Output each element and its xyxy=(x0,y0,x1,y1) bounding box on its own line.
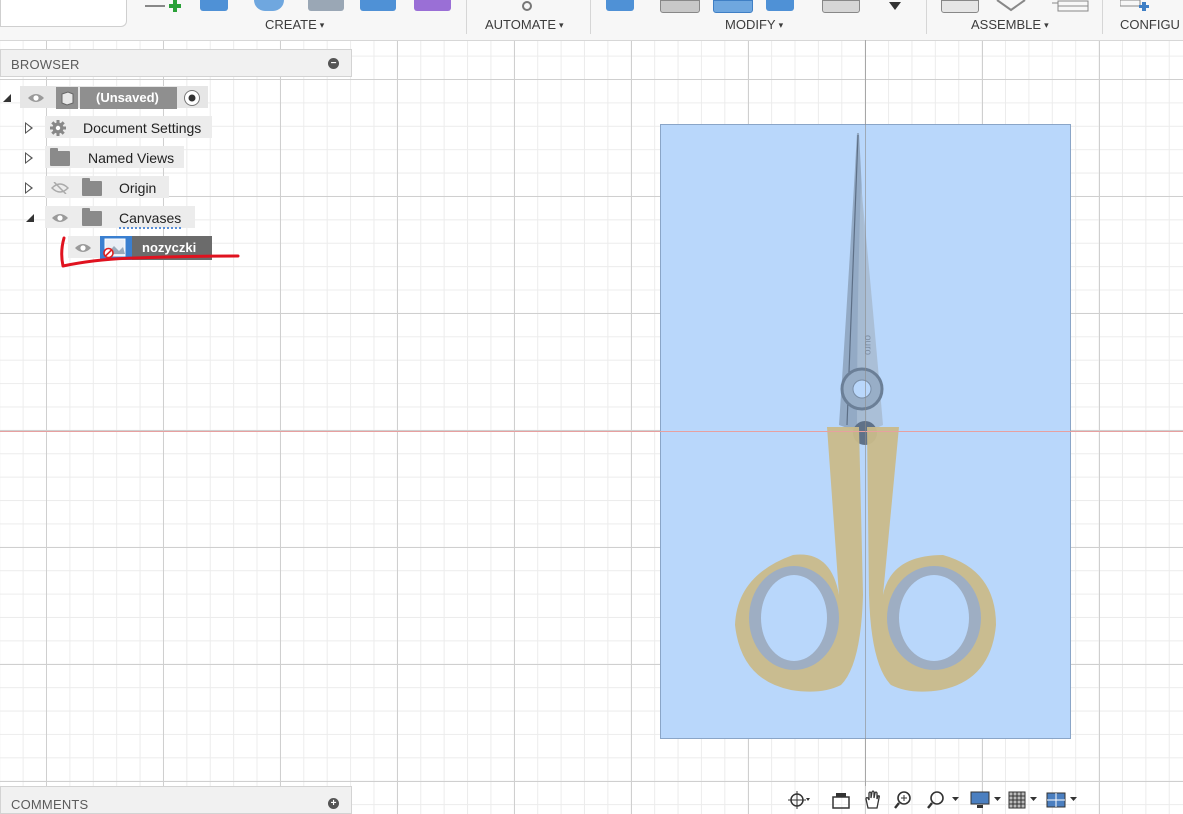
press-pull-icon[interactable] xyxy=(606,0,634,11)
create-sketch-icon[interactable] xyxy=(143,0,188,13)
browser-collapse-button[interactable]: − xyxy=(328,58,339,69)
navigation-bar xyxy=(784,788,1183,812)
comments-title: COMMENTS xyxy=(11,797,89,812)
toolbar-left-field[interactable] xyxy=(0,0,127,27)
eye-icon[interactable] xyxy=(27,92,45,104)
svg-text:ouro: ouro xyxy=(862,335,873,355)
collapse-arrow-icon[interactable] xyxy=(26,214,34,222)
revolve-icon[interactable] xyxy=(254,0,284,11)
new-component-icon[interactable] xyxy=(941,0,979,13)
tree-item-origin[interactable]: Origin xyxy=(0,176,212,200)
joint-icon[interactable] xyxy=(995,0,1033,12)
configure-icon[interactable] xyxy=(1120,0,1183,12)
grid-settings-icon[interactable] xyxy=(1008,790,1042,810)
look-at-icon[interactable] xyxy=(830,790,852,810)
browser-header: BROWSER − xyxy=(0,49,352,77)
y-axis-line xyxy=(865,40,866,786)
fillet-icon[interactable] xyxy=(660,0,700,13)
scissors-image: ouro xyxy=(735,133,996,692)
expand-arrow-icon[interactable] xyxy=(25,152,33,164)
shell-icon[interactable] xyxy=(766,0,794,11)
tree-root[interactable]: (Unsaved) xyxy=(0,86,212,110)
automate-menu[interactable]: AUTOMATE ▾ xyxy=(485,17,564,32)
create-form-icon[interactable] xyxy=(414,0,451,11)
gear-icon xyxy=(50,120,66,136)
modify-menu[interactable]: MODIFY ▾ xyxy=(725,17,783,32)
chamfer-icon[interactable] xyxy=(713,0,753,13)
orbit-icon[interactable] xyxy=(788,790,810,810)
tree-item-canvases[interactable]: Canvases xyxy=(0,206,212,230)
create-menu[interactable]: CREATE ▾ xyxy=(265,17,324,32)
activate-radio-icon[interactable] xyxy=(183,89,201,107)
eye-icon[interactable] xyxy=(51,212,69,224)
comments-header: COMMENTS + xyxy=(0,786,352,814)
folder-icon xyxy=(82,208,102,226)
red-annotation-mark xyxy=(60,236,240,268)
tree-item-label: Origin xyxy=(119,180,157,196)
tree-item-label: Canvases xyxy=(119,210,182,229)
as-built-joint-icon[interactable] xyxy=(1052,0,1090,12)
assemble-menu[interactable]: ASSEMBLE ▾ xyxy=(971,17,1049,32)
viewports-icon[interactable] xyxy=(1046,790,1080,810)
expand-arrow-icon[interactable] xyxy=(25,182,33,194)
tree-item-named-views[interactable]: Named Views xyxy=(0,146,212,170)
scale-icon[interactable] xyxy=(822,0,860,13)
toolbar-separator xyxy=(926,0,927,34)
toolbar: CREATE ▾ AUTOMATE ▾ MODIFY ▾ ASSEMBLE ▾ CONF… xyxy=(0,0,1183,41)
browser-title: BROWSER xyxy=(11,57,80,72)
comments-expand-button[interactable]: + xyxy=(328,798,339,809)
zoom-window-icon[interactable] xyxy=(894,790,916,810)
toolbar-separator xyxy=(466,0,467,34)
pan-icon[interactable] xyxy=(862,790,884,810)
tree-item-label: Named Views xyxy=(88,150,175,166)
pattern-icon[interactable] xyxy=(360,0,396,11)
component-icon xyxy=(56,87,78,109)
extrude-icon[interactable] xyxy=(200,0,228,11)
folder-icon xyxy=(82,178,102,196)
x-axis-line xyxy=(0,431,1183,432)
display-settings-icon[interactable] xyxy=(970,790,1004,810)
folder-icon xyxy=(50,148,70,166)
move-copy-icon[interactable] xyxy=(888,0,902,12)
expand-arrow-icon[interactable] xyxy=(25,122,33,134)
root-label: (Unsaved) xyxy=(96,90,159,105)
toolbar-separator xyxy=(1102,0,1103,34)
tree-item-document-settings[interactable]: Document Settings xyxy=(0,116,212,140)
hidden-eye-icon[interactable] xyxy=(51,182,69,194)
tree-item-label: Document Settings xyxy=(83,120,202,136)
configure-menu[interactable]: CONFIGU xyxy=(1120,17,1180,32)
collapse-arrow-icon[interactable] xyxy=(3,94,11,102)
hole-icon[interactable] xyxy=(308,0,344,11)
automate-icon[interactable] xyxy=(519,0,535,12)
toolbar-separator xyxy=(590,0,591,34)
zoom-icon[interactable] xyxy=(926,790,962,810)
